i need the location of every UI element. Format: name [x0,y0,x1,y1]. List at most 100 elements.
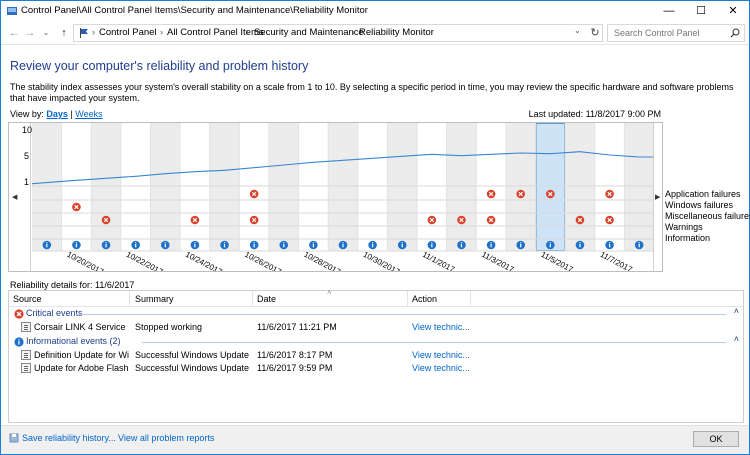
column-date[interactable]: Date [257,294,276,304]
day-column[interactable] [624,123,654,251]
collapse-chevron-icon[interactable]: ˄ [734,334,739,344]
day-column[interactable] [91,123,121,251]
reliability-chart[interactable]: ◀ 10 5 1 10/20/2017 10/22/2017 10/24/2017 1… [8,122,663,272]
view-technical-details-link[interactable]: View technic... [412,363,472,373]
maximize-button[interactable]: ☐ [685,1,717,21]
breadcrumb-security-maintenance[interactable]: Security and Maintenance [254,27,364,38]
view-all-problem-reports-link[interactable]: View all problem reports [118,433,214,443]
breadcrumb-reliability-monitor[interactable]: Reliability Monitor [359,27,434,38]
group-divider [142,342,726,343]
info-icon-stem [549,244,551,248]
info-icon-dot [223,242,226,244]
column-source[interactable]: Source [13,294,42,304]
info-icon-stem [638,244,640,248]
row-summary: Stopped working [135,322,203,332]
day-column[interactable] [535,123,566,251]
table-row[interactable]: Definition Update for Win... Successful … [9,349,743,361]
breadcrumb-separator-icon: › [92,27,95,37]
info-icon-dot [105,242,107,244]
chart-left-scroll[interactable]: ◀ 10 5 1 [9,123,33,271]
scroll-right-arrow-icon[interactable]: ▶ [655,193,660,201]
date-label: 10/22/2017 [125,250,165,271]
view-weeks-link[interactable]: Weeks [75,109,102,119]
column-action[interactable]: Action [412,294,437,304]
date-label: 11/3/2017 [480,250,516,271]
day-column[interactable] [120,123,151,251]
breadcrumb-all-items[interactable]: All Control Panel Items [167,27,264,38]
date-label: 11/5/2017 [539,250,575,271]
application-icon [21,322,31,332]
info-icon-dot [372,242,374,244]
day-column[interactable] [32,123,62,251]
y-tick-1: 1 [24,177,30,187]
day-column[interactable] [180,123,210,251]
search-input[interactable] [612,26,730,40]
date-label: 10/24/2017 [184,250,224,271]
back-arrow-icon[interactable]: ← [7,25,21,41]
view-technical-details-link[interactable]: View technic... [412,322,472,332]
view-technical-details-link[interactable]: View technic... [412,350,472,360]
date-label: 10/20/2017 [65,250,105,271]
day-column[interactable] [357,123,388,251]
row-source: Update for Adobe Flash P... [34,363,129,373]
refresh-icon[interactable]: ↻ [587,25,603,41]
search-icon[interactable] [730,28,740,38]
row-label-misc-failures: Miscellaneous failures [665,211,750,221]
scroll-left-arrow-icon[interactable]: ◀ [12,193,17,201]
up-arrow-icon[interactable]: ↑ [57,25,71,41]
ok-button[interactable]: OK [693,431,739,447]
day-column[interactable] [505,123,536,251]
page-title: Review your computer's reliability and p… [10,59,309,73]
day-column[interactable] [328,123,358,251]
view-by-selector: View by: Days | Weeks [10,109,103,119]
row-source: Corsair LINK 4 Service [34,322,126,332]
day-column[interactable] [594,123,625,251]
info-icon-stem [579,244,581,248]
column-divider [252,291,253,307]
close-button[interactable]: ✕ [717,1,749,21]
save-icon [9,433,19,443]
day-column[interactable] [268,123,299,251]
info-icon-dot [549,242,551,244]
day-column[interactable] [446,123,477,251]
day-column[interactable] [298,123,329,251]
collapse-chevron-icon[interactable]: ˄ [734,306,739,316]
informational-events-group[interactable]: Informational events (2) ˄ [14,334,739,348]
info-icon-stem [75,244,78,248]
info-icon-dot [490,242,492,244]
window-title: Control Panel\All Control Panel Items\Se… [21,5,368,16]
page-description: The stability index assesses your system… [10,82,734,103]
day-column[interactable] [387,123,418,251]
breadcrumb[interactable]: › Control Panel › All Control Panel Item… [73,24,603,42]
view-days-link[interactable]: Days [46,109,68,119]
day-column[interactable] [209,123,240,251]
critical-events-group[interactable]: Critical events ˄ [14,306,739,320]
application-icon [21,363,31,373]
day-column[interactable] [476,123,506,251]
row-date: 11/6/2017 8:17 PM [257,350,333,360]
day-column[interactable] [417,123,447,251]
stability-chart-canvas[interactable]: 10/20/2017 10/22/2017 10/24/2017 10/26/2017… [32,123,654,271]
date-label: 10/26/2017 [243,250,283,271]
group-divider [76,314,726,315]
day-column[interactable] [61,123,92,251]
recent-locations-chevron-icon[interactable]: ⌄ [39,25,53,41]
forward-arrow-icon[interactable]: → [23,25,37,41]
day-column[interactable] [565,123,595,251]
day-column[interactable] [150,123,181,251]
info-icon-stem [431,244,433,248]
info-icon [14,337,24,347]
y-tick-10: 10 [22,125,33,135]
info-icon-dot [638,242,640,244]
address-dropdown-chevron-icon[interactable]: ⌄ [574,26,581,35]
save-reliability-history-link[interactable]: Save reliability history... [22,433,116,443]
minimize-button[interactable]: — [653,1,685,21]
breadcrumb-control-panel[interactable]: Control Panel [99,27,157,38]
table-row[interactable]: Update for Adobe Flash P... Successful W… [9,362,743,374]
table-row[interactable]: Corsair LINK 4 Service Stopped working 1… [9,321,743,333]
info-icon-dot [342,242,344,244]
chart-right-scroll[interactable]: ▶ [653,123,662,271]
day-column[interactable] [239,123,269,251]
info-icon-dot [312,242,314,244]
column-summary[interactable]: Summary [135,294,174,304]
